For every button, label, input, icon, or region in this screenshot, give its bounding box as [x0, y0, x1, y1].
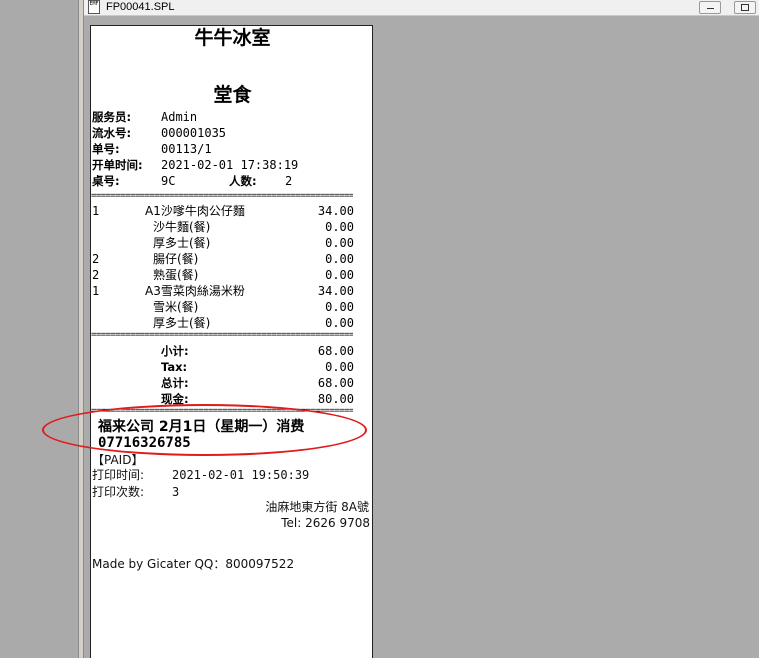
item-qty: 1 [92, 204, 100, 218]
field-value-open-time: 2021-02-01 17:38:19 [161, 158, 299, 172]
item-amount: 0.00 [325, 220, 354, 234]
total-value: 68.00 [317, 376, 354, 390]
paid-label: 【PAID】 [92, 453, 144, 467]
document-icon: EMF [88, 0, 100, 14]
minimize-icon [707, 8, 714, 9]
maximize-icon [741, 4, 749, 11]
print-count-label: 打印次数: [92, 485, 145, 499]
separator-line: ========================================… [91, 330, 353, 340]
field-value-serial: 000001035 [161, 126, 227, 140]
print-time-value: 2021-02-01 19:50:39 [172, 468, 310, 482]
window-title: FP00041.SPL [106, 1, 175, 13]
red-annotation-circle [42, 404, 367, 456]
store-name: 牛牛冰室 [194, 27, 271, 49]
maximize-button[interactable] [734, 1, 756, 14]
item-name: A3雪菜肉絲湯米粉 [145, 284, 245, 298]
guests-label: 人数: [229, 174, 257, 188]
item-amount: 0.00 [325, 316, 354, 330]
item-amount: 34.00 [317, 284, 354, 298]
tax-label: Tax: [161, 360, 188, 374]
cash-value: 80.00 [317, 392, 354, 406]
minimize-button[interactable] [699, 1, 721, 14]
item-name: 熟蛋(餐) [153, 268, 199, 282]
field-label-server: 服务员: [92, 110, 132, 124]
item-qty: 2 [92, 252, 100, 266]
field-label-order-no: 单号: [92, 142, 120, 156]
item-name: A1沙嗲牛肉公仔麵 [145, 204, 245, 218]
item-name: 腸仔(餐) [153, 252, 199, 266]
store-address: 油麻地東方街 8A號 [265, 500, 369, 514]
total-label: 总计: [161, 376, 189, 390]
table-label: 桌号: [92, 174, 120, 188]
guests-value: 2 [285, 174, 293, 188]
print-count-value: 3 [172, 485, 180, 499]
field-label-open-time: 开单时间: [92, 158, 143, 172]
receipt-paper: 牛牛冰室 堂食 服务员: Admin 流水号: 000001035 单号: 00… [90, 25, 373, 658]
order-type: 堂食 [213, 84, 252, 106]
subtotal-value: 68.00 [317, 344, 354, 358]
item-name: 厚多士(餐) [153, 316, 211, 330]
item-name: 雪米(餐) [153, 300, 199, 314]
item-qty: 2 [92, 268, 100, 282]
item-amount: 34.00 [317, 204, 354, 218]
print-time-label: 打印时间: [92, 468, 145, 482]
window-titlebar[interactable]: EMF FP00041.SPL [84, 0, 759, 16]
item-name: 沙牛麵(餐) [153, 220, 211, 234]
table-value: 9C [161, 174, 176, 188]
tax-value: 0.00 [325, 360, 354, 374]
item-qty: 1 [92, 284, 100, 298]
field-value-order-no: 00113/1 [161, 142, 212, 156]
field-label-serial: 流水号: [92, 126, 132, 140]
footer-credit: Made by Gicater QQ：800097522 [92, 557, 295, 571]
item-amount: 0.00 [325, 300, 354, 314]
separator-line: ========================================… [91, 191, 353, 201]
item-amount: 0.00 [325, 252, 354, 266]
item-amount: 0.00 [325, 236, 354, 250]
left-desktop-area [0, 0, 78, 658]
item-amount: 0.00 [325, 268, 354, 282]
field-value-server: Admin [161, 110, 198, 124]
item-name: 厚多士(餐) [153, 236, 211, 250]
store-tel: Tel: 2626 9708 [281, 516, 370, 530]
subtotal-label: 小计: [161, 344, 189, 358]
